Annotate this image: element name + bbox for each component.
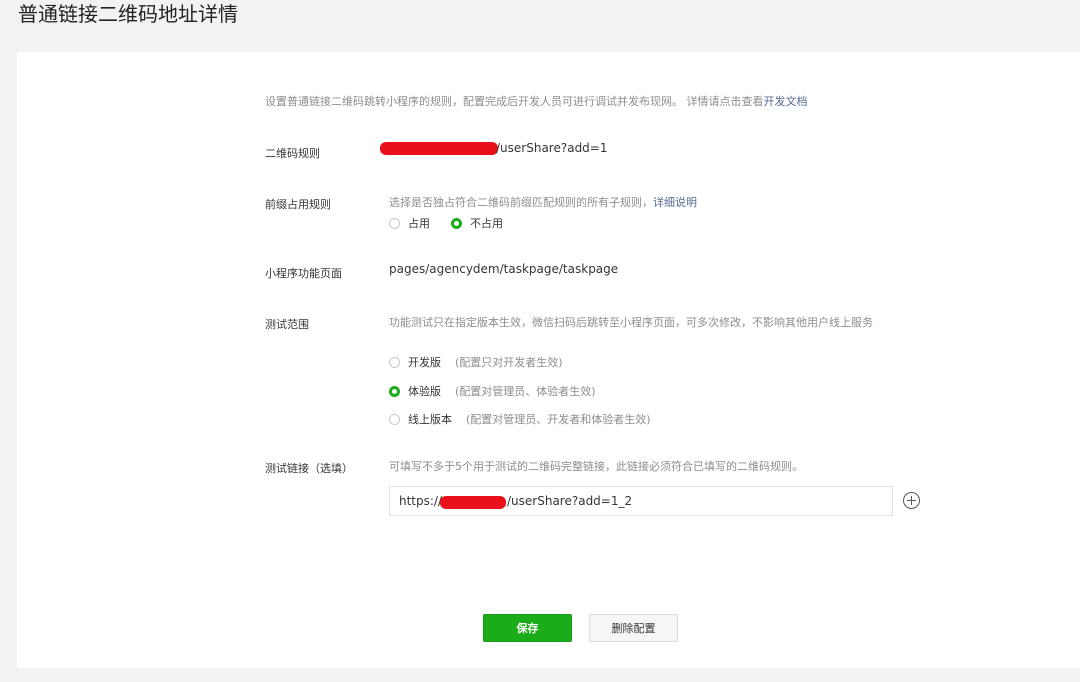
delete-config-button[interactable]: 删除配置	[589, 614, 678, 642]
radio-circle-unchecked[interactable]	[389, 413, 400, 425]
intro-text: 设置普通链接二维码跳转小程序的规则，配置完成后开发人员可进行调试并发布现网。 详…	[265, 95, 764, 108]
page-path-value: pages/agencydem/taskpage/taskpage	[389, 262, 619, 276]
redacted-domain	[380, 142, 498, 155]
qr-rule-value: /userShare?add=1	[496, 141, 608, 155]
radio-circle-checked[interactable]	[389, 385, 400, 397]
prefix-hint-text: 选择是否独占符合二维码前缀匹配规则的所有子规则，	[389, 196, 653, 209]
radio-circle-unchecked[interactable]	[389, 217, 400, 229]
radio-circle-checked[interactable]	[451, 217, 462, 229]
page: 普通链接二维码地址详情 设置普通链接二维码跳转小程序的规则，配置完成后开发人员可…	[0, 0, 1080, 682]
radio-occupy[interactable]: 占用	[389, 215, 430, 231]
radio-trial-label: 体验版	[408, 385, 441, 398]
radio-dev-note: (配置只对开发者生效)	[455, 356, 563, 369]
radio-trial-note: (配置对管理员、体验者生效)	[455, 385, 596, 398]
test-link-input[interactable]: https:// /userShare?add=1_2	[389, 486, 893, 516]
add-link-plus-icon[interactable]	[903, 492, 920, 509]
test-scope-label: 测试范围	[265, 318, 309, 331]
radio-online-note: (配置对管理员、开发者和体验者生效)	[466, 413, 651, 426]
page-path-label: 小程序功能页面	[265, 267, 342, 280]
radio-online-version[interactable]: 线上版本 (配置对管理员、开发者和体验者生效)	[389, 411, 651, 427]
radio-dev-label: 开发版	[408, 356, 441, 369]
save-button[interactable]: 保存	[483, 614, 572, 642]
radio-trial-version[interactable]: 体验版 (配置对管理员、体验者生效)	[389, 383, 596, 399]
test-scope-hint: 功能测试只在指定版本生效，微信扫码后跳转至小程序页面，可多次修改，不影响其他用户…	[389, 316, 873, 329]
dev-docs-link[interactable]: 开发文档	[764, 95, 808, 108]
qr-rule-label: 二维码规则	[265, 147, 320, 160]
radio-not-occupy[interactable]: 不占用	[451, 215, 503, 231]
radio-circle-unchecked[interactable]	[389, 356, 400, 368]
redacted-domain	[440, 496, 506, 509]
test-link-suffix: /userShare?add=1_2	[507, 494, 633, 508]
radio-dev-version[interactable]: 开发版 (配置只对开发者生效)	[389, 354, 563, 370]
page-title: 普通链接二维码地址详情	[18, 2, 238, 26]
prefix-rule-hint: 选择是否独占符合二维码前缀匹配规则的所有子规则，详细说明	[389, 195, 697, 211]
radio-online-label: 线上版本	[408, 413, 452, 426]
radio-not-occupy-label: 不占用	[470, 217, 503, 230]
test-link-hint: 可填写不多于5个用于测试的二维码完整链接，此链接必须符合已填写的二维码规则。	[389, 460, 803, 473]
prefix-rule-label: 前缀占用规则	[265, 198, 331, 211]
test-link-label: 测试链接（选填）	[265, 462, 353, 475]
details-link[interactable]: 详细说明	[653, 196, 697, 209]
test-link-prefix: https://	[399, 494, 443, 508]
intro-description: 设置普通链接二维码跳转小程序的规则，配置完成后开发人员可进行调试并发布现网。 详…	[265, 94, 808, 110]
radio-occupy-label: 占用	[408, 217, 430, 230]
